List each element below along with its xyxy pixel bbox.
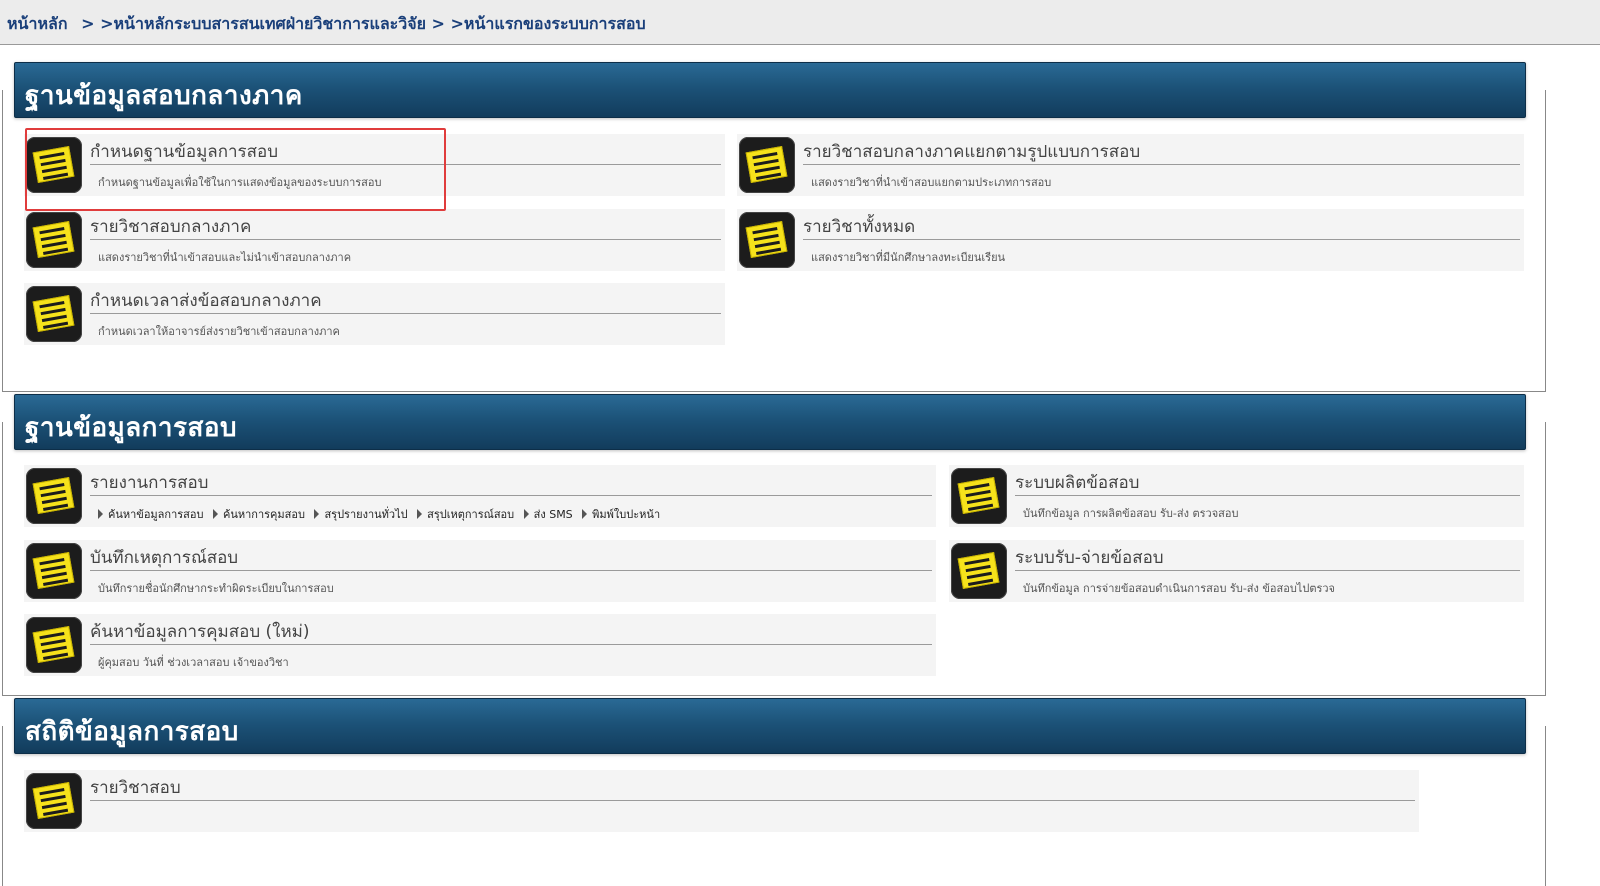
card-desc: แสดงรายวิชาที่นำเข้าสอบและไม่นำเข้าสอบกล… (98, 251, 352, 264)
breadcrumb-home[interactable]: หน้าหลัก (7, 14, 68, 33)
highlight-box (25, 128, 446, 211)
card-midterm-by-format[interactable]: รายวิชาสอบกลางภาคแยกตามรูปแบบการสอบ แสดง… (737, 134, 1524, 196)
notepad-icon[interactable] (26, 286, 82, 342)
card-desc: แสดงรายวิชาที่นำเข้าสอบแยกตามประเภทการสอ… (811, 176, 1052, 189)
breadcrumb-item-exam-home[interactable]: >หน้าแรกของระบบการสอบ (451, 14, 646, 33)
section-title: ฐานข้อมูลการสอบ (25, 413, 237, 443)
breadcrumb-item-info-system[interactable]: >หน้าหลักระบบสารสนเทศฝ่ายวิชาการและวิจัย (100, 14, 426, 33)
section-title: สถิติข้อมูลการสอบ (25, 717, 239, 747)
card-all-subjects[interactable]: รายวิชาทั้งหมด แสดงรายวิชาที่มีนักศึกษาล… (737, 209, 1524, 271)
card-exam-distribution[interactable]: ระบบรับ-จ่ายข้อสอบ บันทึกข้อมูล การจ่ายข… (949, 540, 1524, 602)
card-exam-subjects[interactable]: รายวิชาสอบ (24, 770, 1419, 832)
card-desc: บันทึกข้อมูล การผลิตข้อสอบ รับ-ส่ง ตรวจส… (1023, 507, 1239, 520)
card-exam-report[interactable]: รายงานการสอบ ค้นหาข้อมูลการสอบ ค้นหาการค… (24, 465, 936, 527)
notepad-icon[interactable] (739, 212, 795, 268)
card-desc: บันทึกข้อมูล การจ่ายข้อสอบดำเนินการสอบ ร… (1023, 582, 1335, 595)
link-general-summary[interactable]: สรุปรายงานทั่วไป (314, 508, 407, 521)
link-print-cover[interactable]: พิมพ์ใบปะหน้า (582, 508, 660, 521)
notepad-icon[interactable] (739, 137, 795, 193)
card-desc: ผู้คุมสอบ วันที่ ช่วงเวลาสอบ เจ้าของวิชา (98, 656, 289, 669)
link-incident-summary[interactable]: สรุปเหตุการณ์สอบ (417, 508, 514, 521)
notepad-icon[interactable] (26, 773, 82, 829)
card-desc: บันทึกรายชื่อนักศึกษากระทำผิดระเบียบในกา… (98, 582, 334, 595)
card-title[interactable]: รายวิชาสอบ (90, 778, 1415, 801)
card-title[interactable]: รายวิชาทั้งหมด (803, 217, 1520, 240)
card-desc: กำหนดเวลาให้อาจารย์ส่งรายวิชาเข้าสอบกลาง… (98, 325, 340, 338)
report-links: ค้นหาข้อมูลการสอบ ค้นหาการคุมสอบ สรุปราย… (98, 505, 666, 523)
breadcrumb: หน้าหลัก > >หน้าหลักระบบสารสนเทศฝ่ายวิชา… (7, 12, 646, 37)
card-search-proctor-new[interactable]: ค้นหาข้อมูลการคุมสอบ (ใหม่) ผู้คุมสอบ วั… (24, 614, 936, 676)
card-desc: แสดงรายวิชาที่มีนักศึกษาลงทะเบียนเรียน (811, 251, 1006, 264)
card-title[interactable]: รายวิชาสอบกลางภาคแยกตามรูปแบบการสอบ (803, 142, 1520, 165)
link-search-exam[interactable]: ค้นหาข้อมูลการสอบ (98, 508, 203, 521)
card-title[interactable]: ค้นหาข้อมูลการคุมสอบ (ใหม่) (90, 622, 932, 645)
card-title[interactable]: ระบบผลิตข้อสอบ (1015, 473, 1520, 496)
card-title[interactable]: รายงานการสอบ (90, 473, 932, 496)
card-title[interactable]: ระบบรับ-จ่ายข้อสอบ (1015, 548, 1520, 571)
notepad-icon[interactable] (26, 468, 82, 524)
card-title[interactable]: กำหนดเวลาส่งข้อสอบกลางภาค (90, 291, 721, 314)
section-header-exam-db: ฐานข้อมูลการสอบ (14, 394, 1526, 450)
notepad-icon[interactable] (26, 543, 82, 599)
card-midterm-subjects[interactable]: รายวิชาสอบกลางภาค แสดงรายวิชาที่นำเข้าสอ… (24, 209, 725, 271)
breadcrumb-sep: > (425, 14, 451, 33)
notepad-icon[interactable] (951, 543, 1007, 599)
card-midterm-deadline[interactable]: กำหนดเวลาส่งข้อสอบกลางภาค กำหนดเวลาให้อา… (24, 283, 725, 345)
notepad-icon[interactable] (951, 468, 1007, 524)
card-exam-incident[interactable]: บันทึกเหตุการณ์สอบ บันทึกรายชื่อนักศึกษา… (24, 540, 936, 602)
section-title: ฐานข้อมูลสอบกลางภาค (25, 81, 303, 111)
card-title[interactable]: บันทึกเหตุการณ์สอบ (90, 548, 932, 571)
notepad-icon[interactable] (26, 617, 82, 673)
notepad-icon[interactable] (26, 212, 82, 268)
breadcrumb-bar: หน้าหลัก > >หน้าหลักระบบสารสนเทศฝ่ายวิชา… (0, 0, 1600, 45)
section-header-midterm: ฐานข้อมูลสอบกลางภาค (14, 62, 1526, 118)
link-search-proctor[interactable]: ค้นหาการคุมสอบ (213, 508, 305, 521)
card-exam-production[interactable]: ระบบผลิตข้อสอบ บันทึกข้อมูล การผลิตข้อสอ… (949, 465, 1524, 527)
section-header-statistics: สถิติข้อมูลการสอบ (14, 698, 1526, 754)
link-send-sms[interactable]: ส่ง SMS (524, 508, 573, 521)
breadcrumb-sep: > (75, 14, 101, 33)
card-title[interactable]: รายวิชาสอบกลางภาค (90, 217, 721, 240)
